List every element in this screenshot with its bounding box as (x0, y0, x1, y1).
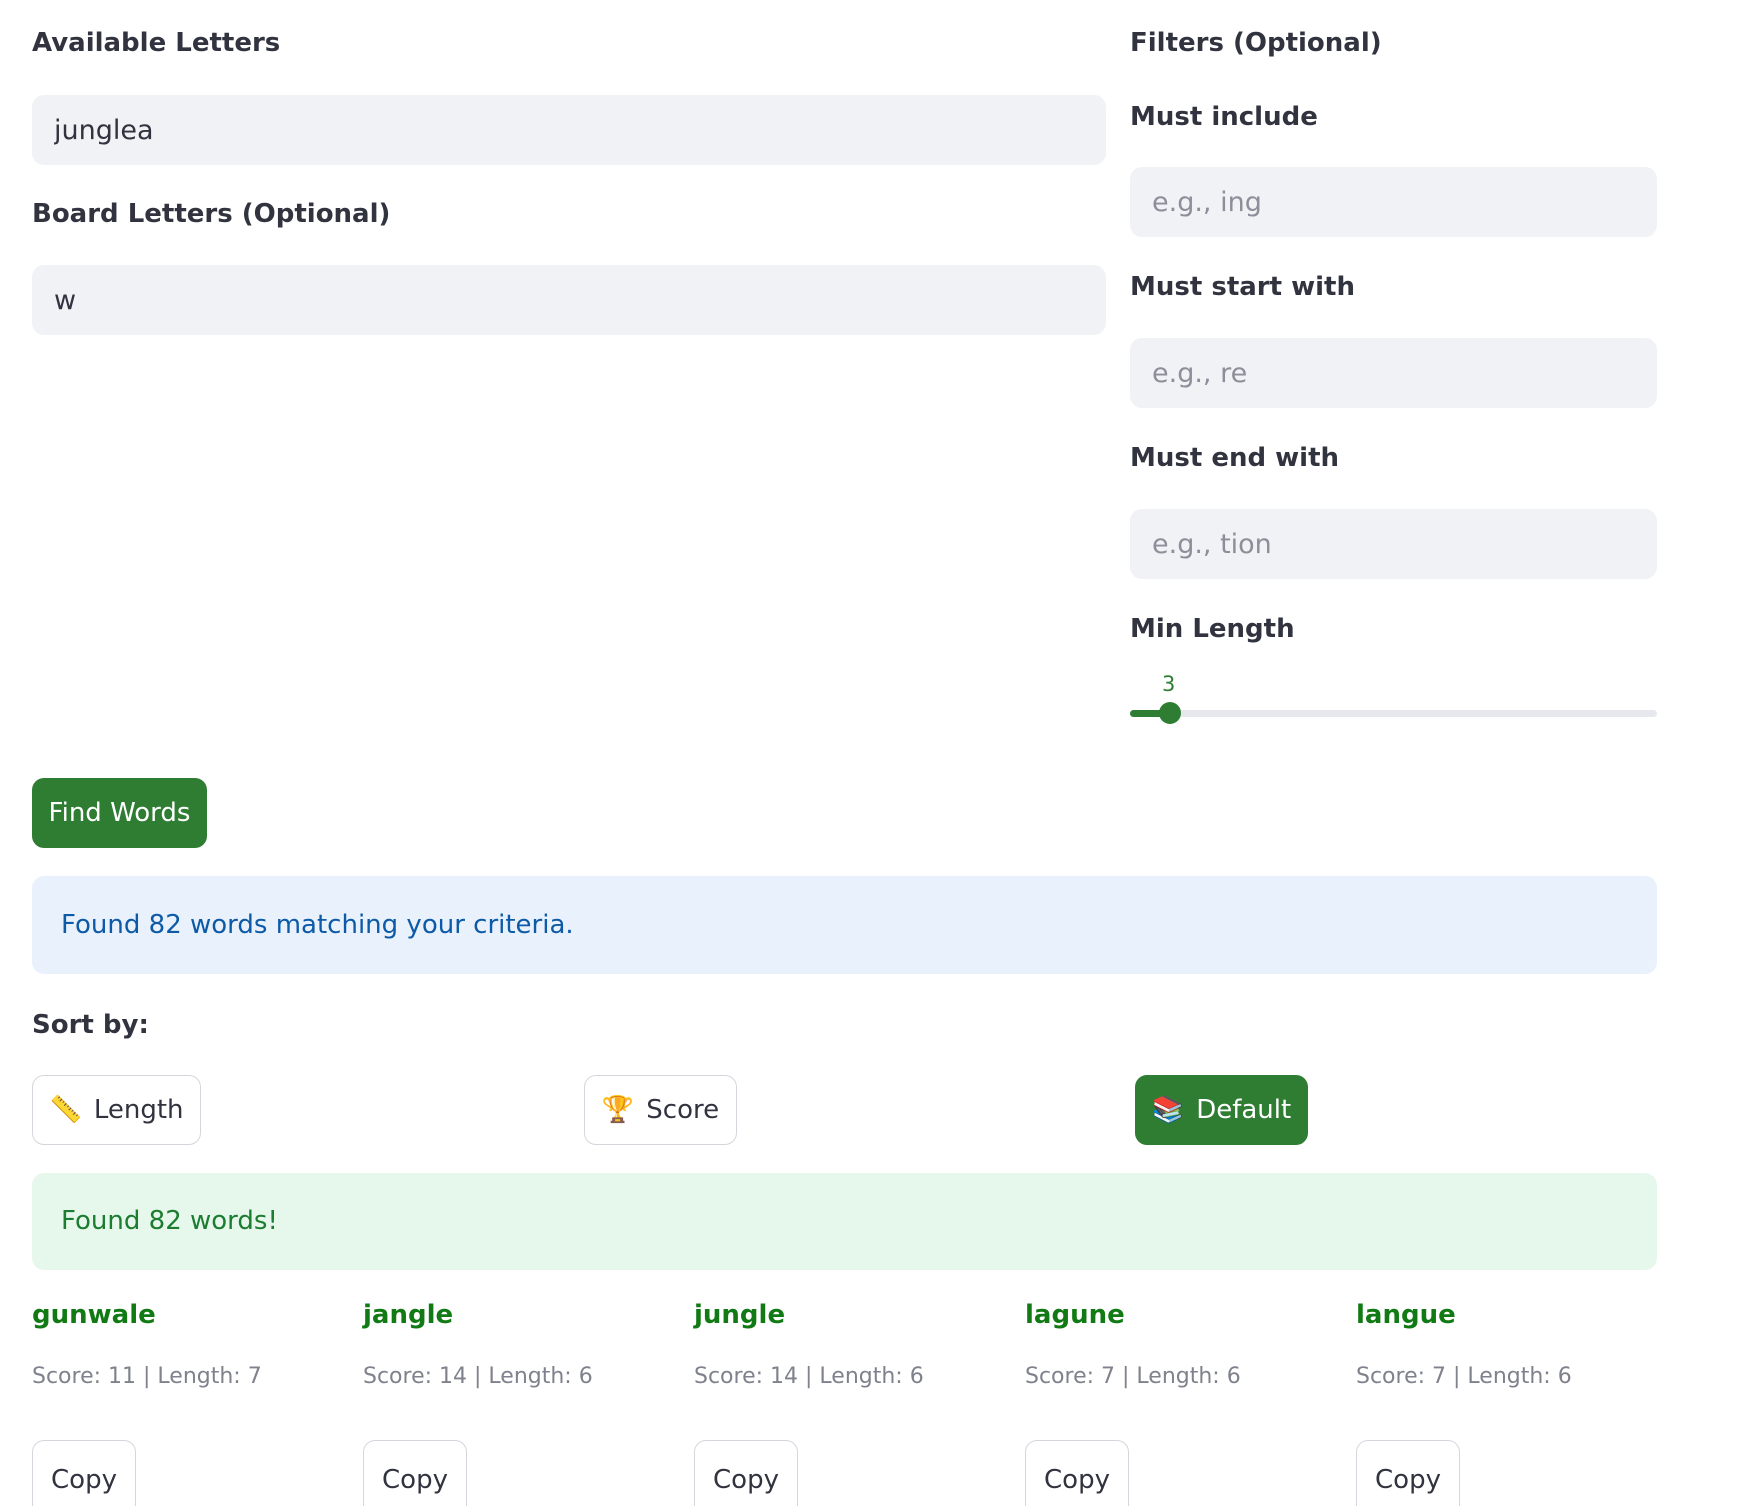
available-letters-label: Available Letters (32, 28, 281, 58)
result-meta: Score: 7 | Length: 6 (1356, 1364, 1572, 1389)
result-meta: Score: 14 | Length: 6 (363, 1364, 593, 1389)
min-length-slider[interactable] (1130, 702, 1657, 724)
result-card: jangle Score: 14 | Length: 6 Copy (363, 1300, 663, 1506)
result-meta: Score: 11 | Length: 7 (32, 1364, 262, 1389)
trophy-icon: 🏆 (601, 1095, 635, 1125)
copy-button[interactable]: Copy (1025, 1440, 1129, 1506)
result-card: lagune Score: 7 | Length: 6 Copy (1025, 1300, 1325, 1506)
result-word: lagune (1025, 1300, 1125, 1330)
copy-button[interactable]: Copy (32, 1440, 136, 1506)
must-end-label: Must end with (1130, 443, 1340, 473)
available-letters-input[interactable] (32, 95, 1106, 165)
result-card: jungle Score: 14 | Length: 6 Copy (694, 1300, 994, 1506)
success-alert: Found 82 words! (32, 1173, 1657, 1270)
info-alert: Found 82 words matching your criteria. (32, 876, 1657, 974)
result-card: langue Score: 7 | Length: 6 Copy (1356, 1300, 1656, 1506)
must-include-input[interactable] (1130, 167, 1657, 237)
sort-length-button[interactable]: 📏 Length (32, 1075, 201, 1145)
ruler-icon: 📏 (49, 1095, 82, 1125)
sort-length-label: Length (93, 1095, 184, 1125)
sort-score-label: Score (646, 1095, 720, 1125)
result-meta: Score: 7 | Length: 6 (1025, 1364, 1241, 1389)
success-alert-text: Found 82 words! (61, 1206, 278, 1236)
result-word: jangle (363, 1300, 454, 1330)
sort-label: Sort by: (32, 1010, 149, 1040)
min-length-value: 3 (1162, 672, 1176, 696)
find-words-button[interactable]: Find Words (32, 778, 207, 848)
must-end-input[interactable] (1130, 509, 1657, 579)
copy-button[interactable]: Copy (1356, 1440, 1460, 1506)
board-letters-input[interactable] (32, 265, 1106, 335)
sort-score-button[interactable]: 🏆 Score (584, 1075, 737, 1145)
result-word: langue (1356, 1300, 1456, 1330)
sort-default-button[interactable]: 📚 Default (1135, 1075, 1308, 1145)
must-include-label: Must include (1130, 102, 1318, 132)
filters-title: Filters (Optional) (1130, 28, 1382, 58)
result-word: gunwale (32, 1300, 156, 1330)
result-card: gunwale Score: 11 | Length: 7 Copy (32, 1300, 332, 1506)
books-icon: 📚 (1151, 1095, 1185, 1125)
board-letters-label: Board Letters (Optional) (32, 199, 391, 229)
must-start-input[interactable] (1130, 338, 1657, 408)
word-finder-page: Available Letters Board Letters (Optiona… (0, 0, 1741, 1506)
copy-button[interactable]: Copy (694, 1440, 798, 1506)
result-word: jungle (694, 1300, 786, 1330)
info-alert-text: Found 82 words matching your criteria. (61, 910, 574, 940)
min-length-label: Min Length (1130, 614, 1295, 644)
copy-button[interactable]: Copy (363, 1440, 467, 1506)
result-meta: Score: 14 | Length: 6 (694, 1364, 924, 1389)
must-start-label: Must start with (1130, 272, 1355, 302)
sort-default-label: Default (1196, 1095, 1292, 1125)
min-length-slider-thumb[interactable] (1159, 702, 1182, 724)
